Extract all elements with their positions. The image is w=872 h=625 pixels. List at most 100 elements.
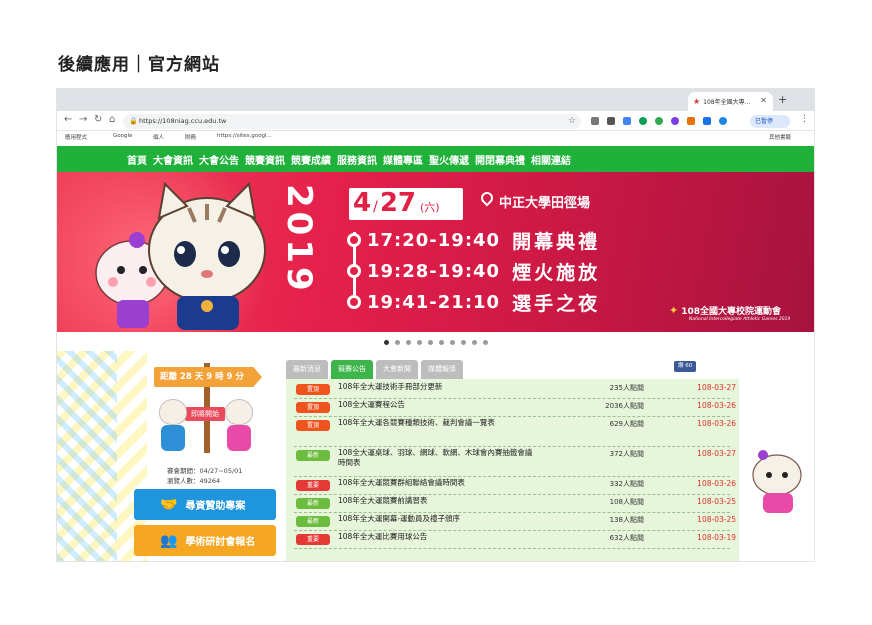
banner-event: 19:28-19:40 煙火施放 [347, 259, 600, 284]
news-title[interactable]: 108年全大運競賽群組聯絡會議時間表 [338, 478, 538, 488]
news-row[interactable]: 最新 108全大運桌球、羽球、網球、軟網、木球會內賽抽籤會議時間表 372人點閱 10… [294, 447, 736, 477]
extension-icon[interactable] [719, 117, 727, 125]
close-tab-icon[interactable]: ✕ [760, 96, 767, 105]
hero-banner[interactable]: 2019 4 / 27 (六) 中正大學田徑場 17:20-19:40 開幕典禮… [57, 172, 814, 332]
news-row[interactable]: 最新 108年全大運開幕-運動員及禮子頒序 138人點閱 108-03-25 [294, 513, 736, 531]
news-row[interactable]: 重要 108年全大運比賽用球公告 632人點閱 108-03-19 [294, 531, 736, 549]
browser-tab[interactable]: ★ 108年全國大專... ✕ [688, 92, 773, 111]
carousel-dot[interactable] [439, 340, 444, 345]
page-heading: 後續應用｜官方網站 [58, 55, 220, 75]
site-nav-item[interactable]: 競賽成績 [291, 152, 331, 167]
sponsor-button[interactable]: 🤝 尋資贊助專案 [134, 489, 276, 520]
carousel-indicators [384, 340, 488, 345]
news-title[interactable]: 108全大運桌球、羽球、網球、軟網、木球會內賽抽籤會議時間表 [338, 448, 538, 468]
extension-icon[interactable] [607, 117, 615, 125]
carousel-dot[interactable] [450, 340, 455, 345]
bookmark-item[interactable]: 個人 [153, 133, 164, 141]
carousel-dot[interactable] [472, 340, 477, 345]
news-views: 629人點閱 [609, 420, 644, 428]
news-views: 138人點閱 [609, 516, 644, 524]
tab-games-news[interactable]: 大會新聞 [376, 360, 418, 379]
extension-icon[interactable] [671, 117, 679, 125]
tab-latest-news[interactable]: 最新消息 [286, 360, 328, 379]
extension-icon[interactable] [623, 117, 631, 125]
mascot-body [161, 425, 185, 451]
bookmarks-bar: 應用程式 Google 個人 財務 https://sites.googl...… [57, 131, 814, 145]
carousel-dot[interactable] [428, 340, 433, 345]
extension-icon[interactable] [687, 117, 695, 125]
logo-subtitle: National Intercollegiate Athletic Games … [689, 317, 791, 322]
event-info: 賽會期間：04/27~05/01 瀏覽人數：49264 [167, 466, 242, 486]
address-bar[interactable]: 🔒 https://108niag.ccu.edu.tw ☆ [123, 114, 581, 129]
extension-icon[interactable] [639, 117, 647, 125]
news-title[interactable]: 108年全大運技術手冊部分更新 [338, 382, 538, 392]
news-date: 108-03-27 [697, 449, 736, 458]
news-title[interactable]: 108全大運賽程公告 [338, 400, 538, 410]
tab-competition-notices[interactable]: 競賽公告 [331, 360, 373, 379]
new-tab-icon[interactable]: + [778, 93, 787, 106]
back-icon[interactable]: ← [64, 114, 72, 125]
site-nav-item[interactable]: 聖火傳遞 [429, 152, 469, 167]
site-nav-item[interactable]: 開閉幕典禮 [475, 152, 525, 167]
sponsor-button-label: 尋資贊助專案 [185, 501, 246, 512]
carousel-dot[interactable] [384, 340, 389, 345]
banner-venue: 中正大學田徑場 [499, 196, 591, 211]
news-views: 372人點閱 [609, 450, 644, 458]
extension-icon[interactable] [703, 117, 711, 125]
event-period: 賽會期間：04/27~05/01 [167, 467, 243, 475]
bookmark-star-icon[interactable]: ☆ [568, 114, 576, 129]
news-title[interactable]: 108年全大運比賽用球公告 [338, 532, 538, 542]
extension-icon[interactable] [655, 117, 663, 125]
news-date: 108-03-26 [697, 479, 736, 488]
mascot-body [227, 425, 251, 451]
profile-button[interactable]: 已暫停 [750, 115, 790, 128]
seminar-register-button[interactable]: 👥 學術研討會報名 [134, 525, 276, 556]
site-nav-item[interactable]: 大會資訊 [153, 152, 193, 167]
news-title[interactable]: 108年全大運各競賽種類技術、裁判會議一覽表 [338, 418, 538, 428]
location-pin-icon [478, 189, 496, 207]
news-title[interactable]: 108年全大運開幕-運動員及禮子頒序 [338, 514, 538, 524]
forward-icon[interactable]: → [79, 114, 87, 125]
bookmark-item[interactable]: Google [113, 133, 132, 139]
carousel-dot[interactable] [461, 340, 466, 345]
site-nav-item[interactable]: 首頁 [127, 152, 147, 167]
news-row[interactable]: 置頂 108全大運賽程公告 2036人點閱 108-03-26 [294, 399, 736, 417]
logo-star-icon: ✦ [669, 304, 679, 317]
news-row[interactable]: 置頂 108年全大運技術手冊部分更新 235人點閱 108-03-27 [294, 381, 736, 399]
carousel-dot[interactable] [395, 340, 400, 345]
site-nav-item[interactable]: 服務資訊 [337, 152, 377, 167]
site-nav-item[interactable]: 相關連結 [531, 152, 571, 167]
bookmark-item[interactable]: 財務 [185, 133, 196, 141]
news-row[interactable]: 置頂 108年全大運各競賽種類技術、裁判會議一覽表 629人點閱 108-03-26 [294, 417, 736, 447]
site-nav-item[interactable]: 媒體專區 [383, 152, 423, 167]
news-date: 108-03-27 [697, 383, 736, 392]
facebook-like-button[interactable]: 讚 60 [674, 361, 697, 372]
news-title[interactable]: 108年全大運競賽前講習表 [338, 496, 538, 506]
bookmark-item[interactable]: 其他書籤 [769, 133, 791, 141]
browser-menu-icon[interactable]: ⋮ [800, 114, 809, 124]
news-row[interactable]: 最新 108年全大運競賽前講習表 108人點閱 108-03-25 [294, 495, 736, 513]
banner-date: 4 / 27 (六) [349, 188, 463, 220]
news-badge: 最新 [296, 450, 330, 461]
carousel-dot[interactable] [483, 340, 488, 345]
site-nav-item[interactable]: 競賽資訊 [245, 152, 285, 167]
news-date: 108-03-26 [697, 419, 736, 428]
news-row[interactable]: 重要 108年全大運競賽群組聯絡會議時間表 332人點閱 108-03-26 [294, 477, 736, 495]
extension-icon[interactable] [591, 117, 599, 125]
mascot-cats-illustration [95, 181, 266, 330]
seminar-button-label: 學術研討會報名 [185, 537, 256, 548]
news-panel: 置頂 108年全大運技術手冊部分更新 235人點閱 108-03-27 置頂 108全大運… [286, 379, 739, 561]
carousel-dot[interactable] [406, 340, 411, 345]
news-views: 2036人點閱 [605, 402, 644, 410]
carousel-dot[interactable] [417, 340, 422, 345]
banner-day: 27 [379, 188, 416, 218]
bookmark-item[interactable]: https://sites.googl... [217, 133, 272, 139]
home-icon[interactable]: ⌂ [109, 114, 115, 125]
mascot-cat-partial-illustration [752, 450, 802, 513]
profile-status: 已暫停 [755, 118, 774, 125]
site-nav-item[interactable]: 大會公告 [199, 152, 239, 167]
bookmark-item[interactable]: 應用程式 [65, 133, 87, 141]
tab-media-reports[interactable]: 媒體報導 [421, 360, 463, 379]
news-badge: 置頂 [296, 384, 330, 395]
reload-icon[interactable]: ↻ [94, 114, 102, 125]
